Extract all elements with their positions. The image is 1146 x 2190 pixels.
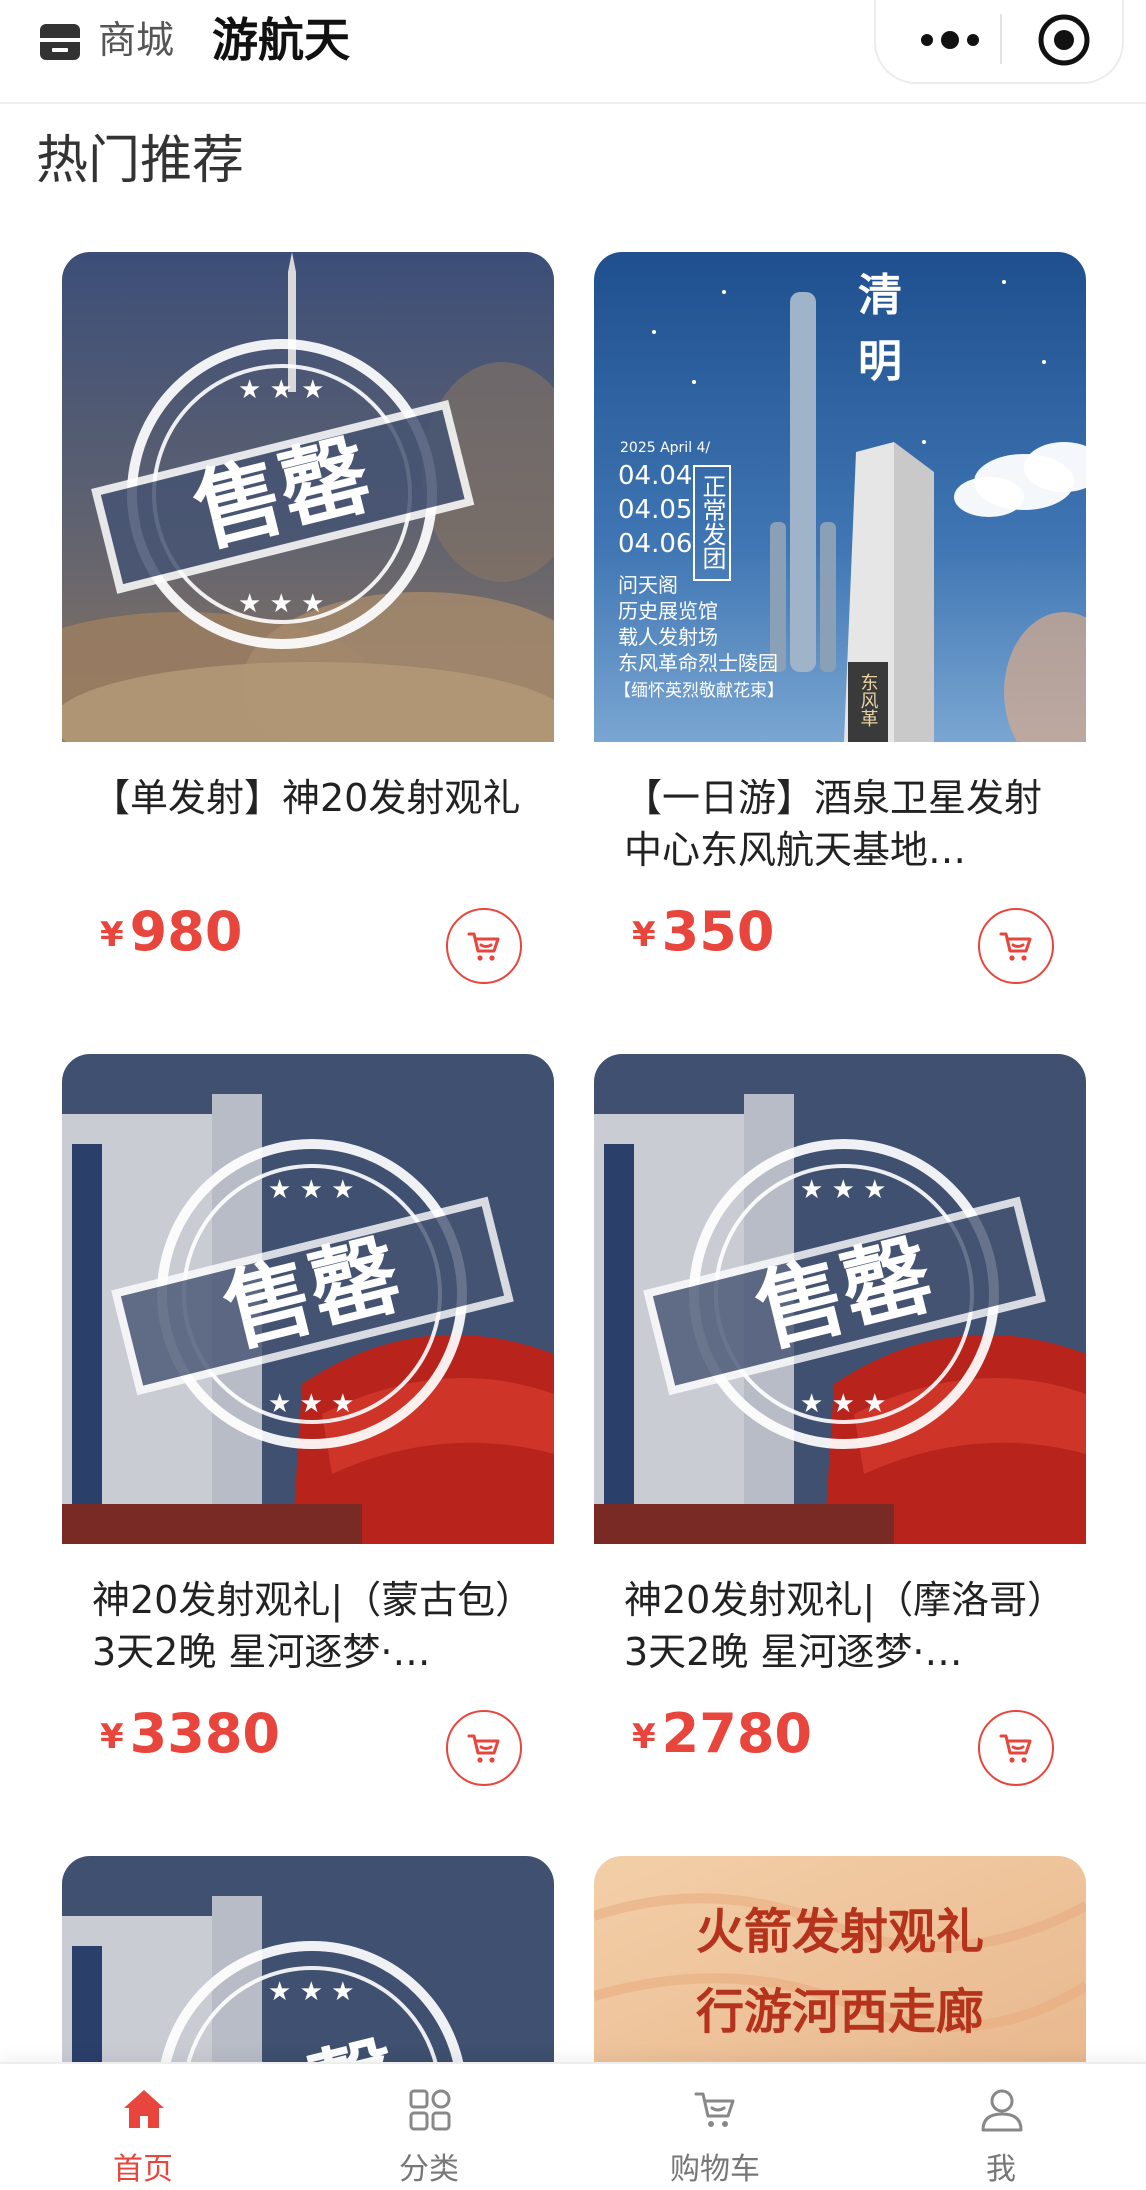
price-amount: 980 [129,900,243,963]
product-image[interactable]: ★ ★ ★ ★ ★ ★ 售罄 [594,1054,1086,1544]
price-amount: 350 [661,900,775,963]
poster-date-header: 2025 April 4/ [620,440,710,456]
tab-label: 我 [986,2152,1016,2187]
cart-icon [999,932,1032,961]
currency-symbol: ¥ [100,915,124,955]
product-card[interactable]: 火箭发射观礼 行游河西走廊 [594,1856,1086,2066]
product-card[interactable]: ★ ★ ★ ★ ★ ★ 售罄 【单发射】神20发射观礼 ¥980 [62,252,554,984]
cart-icon [999,1734,1032,1763]
poster-itinerary: 问天阁 [618,573,678,597]
svg-text:★ ★ ★: ★ ★ ★ [800,1389,886,1419]
banner-line2: 行游河西走廊 [696,1984,984,2040]
price-amount: 3380 [129,1702,280,1765]
currency-symbol: ¥ [632,1717,656,1757]
product-name[interactable]: 神20发射观礼|（摩洛哥）3天2晚 星河逐梦·… [624,1574,1064,1678]
poster-date: 04.04 [618,461,692,491]
user-icon [981,2089,1023,2132]
poster-date: 04.05 [618,495,692,525]
tab-label: 购物车 [670,2152,760,2187]
product-name[interactable]: 【单发射】神20发射观礼 [92,772,532,824]
dot-icon [967,34,979,46]
product-card[interactable]: ★ ★ ★ ★ ★ ★ 售罄 神20发射观礼|（摩洛哥）3天2晚 星河逐梦·… … [594,1054,1086,1786]
product-price: ¥350 [632,900,774,963]
poster-title-bottom: 明 [858,336,902,387]
bottom-tab-bar: 首页 分类 购物车 我 [0,2062,1146,2190]
close-mini-program-icon[interactable] [1036,12,1092,68]
poster-date: 04.06 [618,529,692,559]
product-card[interactable]: 东风革 清 明 2025 April 4/ 04.04 04.05 04.06 … [594,252,1086,984]
tab-cart[interactable]: 购物车 [572,2064,858,2190]
banner-line1: 火箭发射观礼 [696,1904,984,1960]
product-name[interactable]: 神20发射观礼|（蒙古包）3天2晚 星河逐梦·… [92,1574,532,1678]
category-icon [409,2089,451,2131]
product-price: ¥2780 [632,1702,812,1765]
add-to-cart-button[interactable] [446,1710,522,1786]
svg-text:★ ★ ★: ★ ★ ★ [238,589,324,619]
cart-icon [467,932,500,961]
poster-badge: 正常发团 [698,474,726,570]
home-icon [124,2090,164,2128]
svg-text:★ ★ ★: ★ ★ ★ [238,375,324,405]
page: 商城 游航天 热门推荐 ★ ★ ★ ★ ★ ★ 售罄 【单发射】神20发射观礼 … [0,0,1146,2190]
product-image[interactable]: 东风革 清 明 2025 April 4/ 04.04 04.05 04.06 … [594,252,1086,742]
poster-itinerary: 载人发射场 [618,625,718,649]
currency-symbol: ¥ [100,1717,124,1757]
tab-home[interactable]: 首页 [0,2064,286,2190]
poster-itinerary: 历史展览馆 [618,599,718,623]
monument-text: 东风革 [858,673,879,727]
product-image[interactable]: ★ ★ ★ 售罄 [62,1856,554,2066]
svg-text:★ ★ ★: ★ ★ ★ [268,1389,354,1419]
add-to-cart-button[interactable] [978,908,1054,984]
capsule-divider [1000,14,1002,64]
svg-text:★ ★ ★: ★ ★ ★ [800,1175,886,1205]
product-price: ¥980 [100,900,242,963]
cart-icon [694,2092,735,2127]
poster-title-top: 清 [858,270,902,321]
add-to-cart-button[interactable] [446,908,522,984]
add-to-cart-button[interactable] [978,1710,1054,1786]
top-bar: 商城 游航天 [0,0,1146,104]
svg-text:★ ★ ★: ★ ★ ★ [268,1977,354,2007]
poster-itinerary: 东风革命烈士陵园 [618,651,778,675]
shop-label[interactable]: 商城 [98,14,174,66]
product-card[interactable]: ★ ★ ★ ★ ★ ★ 售罄 神20发射观礼|（蒙古包）3天2晚 星河逐梦·… … [62,1054,554,1786]
tab-label: 分类 [399,2152,459,2187]
section-title: 热门推荐 [36,131,245,191]
product-image[interactable]: 火箭发射观礼 行游河西走廊 [594,1856,1086,2066]
tab-category[interactable]: 分类 [286,2064,572,2190]
mini-program-capsule [874,0,1124,84]
shop-icon[interactable] [38,22,82,62]
app-title: 游航天 [212,13,350,67]
product-image[interactable]: ★ ★ ★ ★ ★ ★ 售罄 [62,1054,554,1544]
price-amount: 2780 [661,1702,812,1765]
dot-icon [921,34,933,46]
currency-symbol: ¥ [632,915,656,955]
dot-icon [941,31,959,49]
product-name[interactable]: 【一日游】酒泉卫星发射中心东风航天基地… [624,772,1064,876]
svg-text:★ ★ ★: ★ ★ ★ [268,1175,354,1205]
more-options-button[interactable] [910,16,990,64]
product-card[interactable]: ★ ★ ★ 售罄 [62,1856,554,2066]
product-price: ¥3380 [100,1702,280,1765]
tab-me[interactable]: 我 [858,2064,1144,2190]
cart-icon [467,1734,500,1763]
product-image[interactable]: ★ ★ ★ ★ ★ ★ 售罄 [62,252,554,742]
tab-label: 首页 [113,2152,173,2187]
poster-itinerary: 【缅怀英烈敬献花束】 [614,681,784,701]
